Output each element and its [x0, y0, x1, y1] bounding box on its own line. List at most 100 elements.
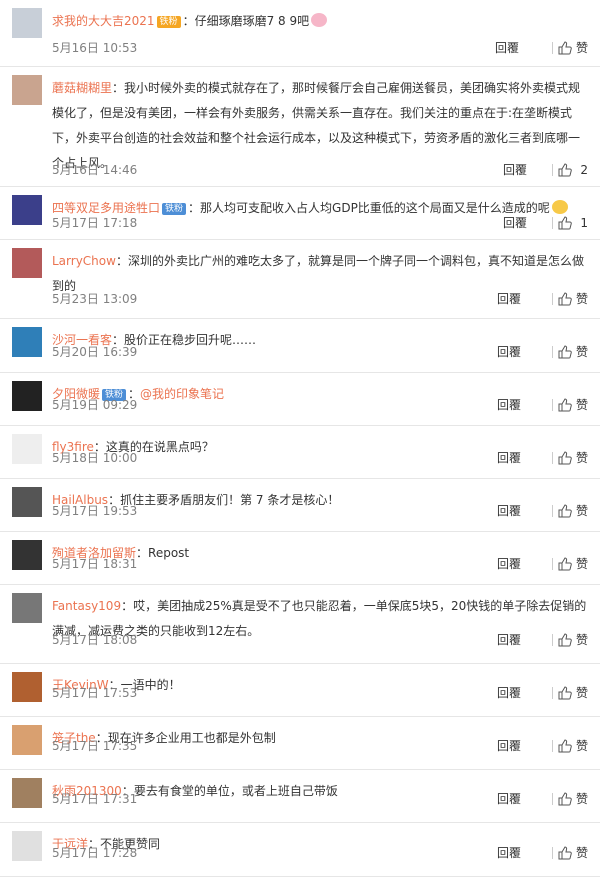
user-avatar[interactable]: [12, 248, 42, 278]
like-count[interactable]: 赞: [576, 504, 588, 518]
comment-text: ：要去有食堂的单位，或者上班自己带饭: [121, 784, 338, 798]
like-count[interactable]: 赞: [576, 739, 588, 753]
user-avatar[interactable]: [12, 672, 42, 702]
like-count[interactable]: 赞: [576, 686, 588, 700]
comment-item: Fantasy109：哎，美团抽成25%真是受不了也只能忍着，一单保底5块5，2…: [0, 585, 600, 664]
action-divider: [552, 452, 553, 464]
action-divider: [552, 346, 553, 358]
action-divider: [552, 293, 553, 305]
user-avatar[interactable]: [12, 8, 42, 38]
reply-button[interactable]: 回覆: [497, 633, 521, 647]
thumbs-up-icon[interactable]: [558, 557, 572, 571]
action-divider: [552, 399, 553, 411]
smile-emoji-icon: [551, 200, 568, 214]
username-link[interactable]: 求我的大大吉2021: [52, 14, 155, 28]
user-avatar[interactable]: [12, 725, 42, 755]
like-count[interactable]: 1: [580, 216, 588, 230]
user-avatar[interactable]: [12, 831, 42, 861]
user-avatar[interactable]: [12, 434, 42, 464]
like-count[interactable]: 赞: [576, 398, 588, 412]
user-avatar[interactable]: [12, 487, 42, 517]
like-count[interactable]: 赞: [576, 557, 588, 571]
user-avatar[interactable]: [12, 778, 42, 808]
comment-item: 求我的大大吉2021 铁粉 ：仔细琢磨琢磨7 8 9吧 5月16日 10:53 回覆 赞: [0, 0, 600, 67]
user-avatar[interactable]: [12, 75, 42, 105]
reply-button[interactable]: 回覆: [497, 504, 521, 518]
reply-button[interactable]: 回覆: [497, 792, 521, 806]
comment-item: 蘑菇糊糊里：我小时候外卖的模式就存在了，那时候餐厅会自己雇佣送餐员，美团确实将外…: [0, 67, 600, 187]
thumbs-up-icon[interactable]: [558, 633, 572, 647]
comment-content: 求我的大大吉2021 铁粉 ：仔细琢磨琢磨7 8 9吧: [52, 9, 588, 34]
mention-link[interactable]: @我的印象笔记: [140, 387, 224, 401]
like-count[interactable]: 2: [580, 163, 588, 177]
comment-date: 5月17日 17:18: [52, 216, 138, 230]
action-divider: [552, 42, 553, 54]
thumbs-up-icon[interactable]: [558, 846, 572, 860]
comment-date: 5月19日 09:29: [52, 398, 138, 412]
like-count[interactable]: 赞: [576, 451, 588, 465]
thumbs-up-icon[interactable]: [558, 792, 572, 806]
user-avatar[interactable]: [12, 195, 42, 225]
action-divider: [552, 687, 553, 699]
comment-list: 求我的大大吉2021 铁粉 ：仔细琢磨琢磨7 8 9吧 5月16日 10:53 回覆赞蘑…: [0, 0, 600, 877]
username-link[interactable]: 蘑菇糊糊里: [52, 81, 112, 95]
fan-badge: 铁粉: [156, 16, 181, 28]
reply-button[interactable]: 回覆: [497, 292, 521, 306]
reply-button[interactable]: 回覆: [503, 163, 527, 177]
thumbs-up-icon[interactable]: [558, 41, 572, 55]
like-count[interactable]: 赞: [576, 41, 588, 55]
user-avatar[interactable]: [12, 381, 42, 411]
thumbs-up-icon[interactable]: [558, 345, 572, 359]
reply-button[interactable]: 回覆: [497, 739, 521, 753]
thumbs-up-icon[interactable]: [558, 292, 572, 306]
thumbs-up-icon[interactable]: [558, 216, 572, 230]
user-avatar[interactable]: [12, 327, 42, 357]
reply-button[interactable]: 回覆: [497, 686, 521, 700]
like-count[interactable]: 赞: [576, 846, 588, 860]
action-divider: [552, 847, 553, 859]
comment-date: 5月17日 17:53: [52, 686, 138, 700]
username-link[interactable]: 四等双足多用途牲口: [52, 201, 160, 215]
like-count[interactable]: 赞: [576, 792, 588, 806]
thumbs-up-icon[interactable]: [558, 451, 572, 465]
comment-date: 5月17日 19:53: [52, 504, 138, 518]
comment-date: 5月17日 18:31: [52, 557, 138, 571]
thumbs-up-icon[interactable]: [558, 163, 572, 177]
pig-emoji-icon: [311, 13, 328, 27]
thumbs-up-icon[interactable]: [558, 739, 572, 753]
reply-button[interactable]: 回覆: [503, 216, 527, 230]
reply-button[interactable]: 回覆: [497, 345, 521, 359]
reply-button[interactable]: 回覆: [497, 846, 521, 860]
comment-item: 夕阳微暖 铁粉 ：@我的印象笔记 5月19日 09:29 回覆赞: [0, 373, 600, 426]
reply-button[interactable]: 回覆: [495, 41, 519, 55]
comment-text: ：那人均可支配收入占人均GDP比重低的这个局面又是什么造成的呢: [188, 201, 550, 215]
comment-item: HailAlbus：抓住主要矛盾朋友们！第 7 条才是核心！ 5月17日 19:5…: [0, 479, 600, 532]
like-count[interactable]: 赞: [576, 345, 588, 359]
action-divider: [552, 793, 553, 805]
action-divider: [552, 558, 553, 570]
thumbs-up-icon[interactable]: [558, 504, 572, 518]
comment-item: 于远洋：不能更赞同 5月17日 17:28 回覆赞: [0, 823, 600, 877]
username-link[interactable]: Fantasy109: [52, 599, 121, 613]
thumbs-up-icon[interactable]: [558, 398, 572, 412]
comment-item: 王KevinW：一语中的！ 5月17日 17:53 回覆赞: [0, 664, 600, 717]
comment-date: 5月23日 13:09: [52, 292, 138, 306]
like-count[interactable]: 赞: [576, 633, 588, 647]
comment-date: 5月16日 14:46: [52, 163, 138, 177]
comment-item: 沙河一看客：股价正在稳步回升呢…… 5月20日 16:39 回覆赞: [0, 319, 600, 373]
comment-date: 5月17日 18:08: [52, 633, 138, 647]
comment-item: fly3fire：这真的在说黑点吗？ 5月18日 10:00 回覆赞: [0, 426, 600, 479]
comment-text: ：深圳的外卖比广州的难吃太多了，就算是同一个牌子同一个调料包，真不知道是怎么做到…: [52, 254, 584, 293]
thumbs-up-icon[interactable]: [558, 686, 572, 700]
reply-button[interactable]: 回覆: [497, 398, 521, 412]
comment-date: 5月17日 17:31: [52, 792, 138, 806]
like-count[interactable]: 赞: [576, 292, 588, 306]
comment-text: ：抓住主要矛盾朋友们！第 7 条才是核心！: [108, 493, 340, 507]
user-avatar[interactable]: [12, 593, 42, 623]
action-divider: [552, 217, 553, 229]
user-avatar[interactable]: [12, 540, 42, 570]
comment-text: ：我小时候外卖的模式就存在了，那时候餐厅会自己雇佣送餐员，美团确实将外卖模式规模…: [52, 81, 581, 170]
reply-button[interactable]: 回覆: [497, 557, 521, 571]
username-link[interactable]: LarryChow: [52, 254, 116, 268]
reply-button[interactable]: 回覆: [497, 451, 521, 465]
